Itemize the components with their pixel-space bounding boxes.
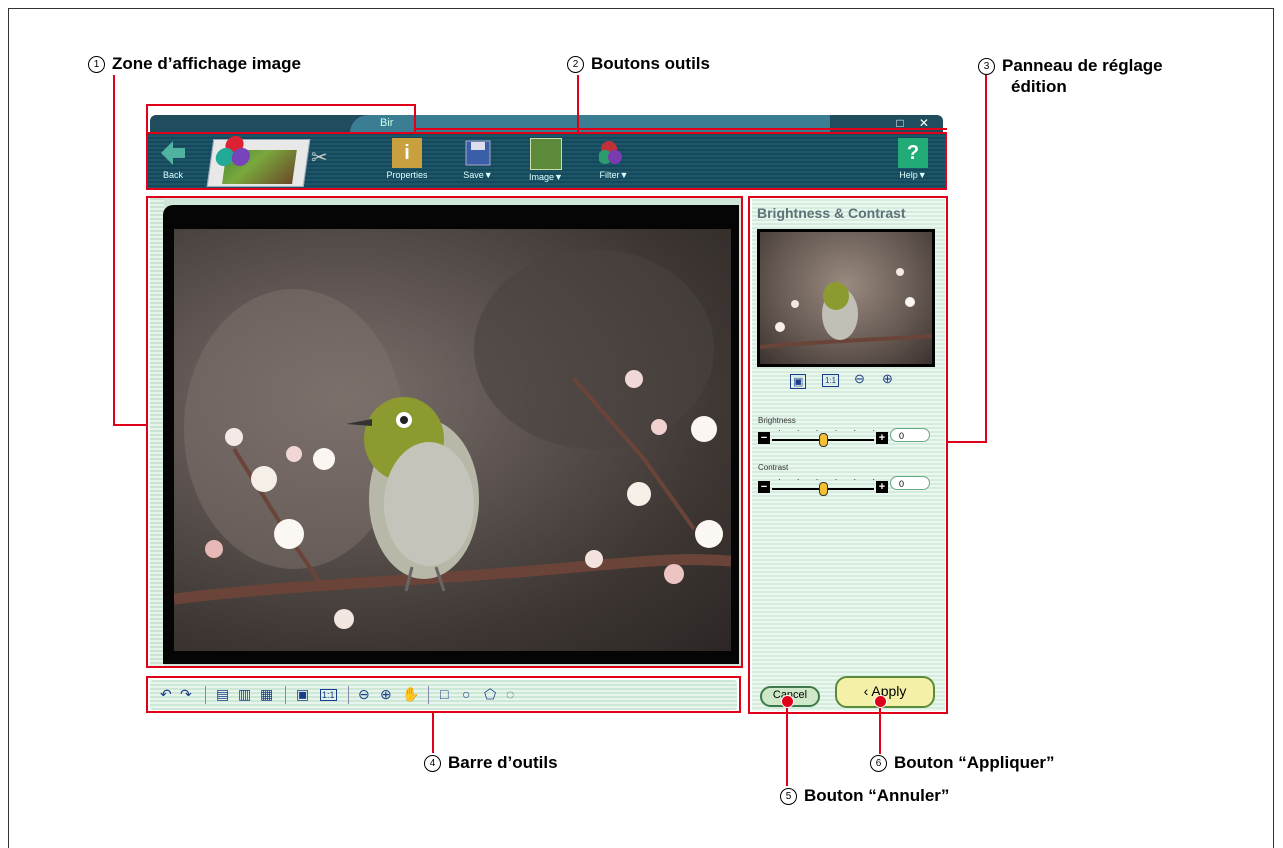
callout-cancel-button: 5 Bouton “Annuler” [780, 785, 949, 806]
callout-image-zone: 1 Zone d’affichage image [88, 53, 301, 74]
image-zone-highlight [146, 196, 743, 668]
callout-toolbar: 4 Barre d’outils [424, 752, 558, 773]
callout-apply-button: 6 Bouton “Appliquer” [870, 752, 1055, 773]
callout-tool-buttons: 2 Boutons outils [567, 53, 710, 74]
edit-panel-highlight [748, 196, 948, 714]
toolbar-highlight [146, 676, 741, 713]
tool-buttons-highlight [146, 132, 947, 190]
callout-edit-panel: 3 Panneau de réglage édition [978, 55, 1163, 97]
